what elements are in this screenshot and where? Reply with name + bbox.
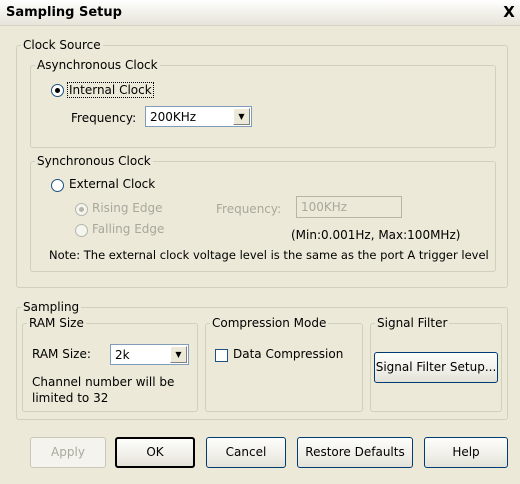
- rising-edge-radio[interactable]: [75, 203, 88, 216]
- ram-size-legend: RAM Size: [29, 316, 84, 330]
- asynchronous-clock-legend: Asynchronous Clock: [37, 58, 158, 72]
- clock-source-legend: Clock Source: [23, 38, 101, 52]
- close-icon[interactable]: X: [500, 4, 518, 22]
- ram-size-label: RAM Size:: [32, 347, 91, 361]
- sync-frequency-input[interactable]: 100KHz: [296, 196, 402, 218]
- internal-clock-radio[interactable]: [51, 84, 64, 97]
- async-frequency-value: 200KHz: [150, 110, 197, 124]
- ram-size-value: 2k: [115, 348, 130, 362]
- compression-mode-legend: Compression Mode: [212, 316, 327, 330]
- ram-size-select[interactable]: 2k ▼: [110, 344, 189, 365]
- synchronous-clock-legend: Synchronous Clock: [37, 154, 151, 168]
- frequency-range-note: (Min:0.001Hz, Max:100MHz): [291, 228, 461, 242]
- apply-button[interactable]: Apply: [30, 437, 106, 468]
- falling-edge-label: Falling Edge: [92, 222, 165, 236]
- window-title: Sampling Setup: [6, 5, 122, 20]
- restore-defaults-button[interactable]: Restore Defaults: [297, 437, 413, 468]
- compression-mode-group: Compression Mode: [205, 316, 363, 412]
- external-clock-note: Note: The external clock voltage level i…: [49, 248, 489, 262]
- sampling-setup-dialog: Sampling Setup X Clock Source Asynchrono…: [0, 0, 520, 484]
- help-button[interactable]: Help: [424, 437, 508, 468]
- signal-filter-setup-button[interactable]: Signal Filter Setup...: [374, 352, 498, 383]
- chevron-down-icon[interactable]: ▼: [233, 108, 250, 125]
- external-clock-label[interactable]: External Clock: [69, 177, 155, 191]
- falling-edge-radio[interactable]: [75, 224, 88, 237]
- signal-filter-legend: Signal Filter: [377, 316, 448, 330]
- data-compression-label[interactable]: Data Compression: [233, 347, 343, 361]
- ram-size-note-line1: Channel number will be: [32, 375, 175, 389]
- cancel-button[interactable]: Cancel: [206, 437, 286, 468]
- ram-size-note-line2: limited to 32: [32, 391, 109, 405]
- data-compression-checkbox[interactable]: [215, 349, 228, 362]
- ok-button[interactable]: OK: [115, 437, 195, 468]
- asynchronous-clock-group: Asynchronous Clock: [30, 58, 496, 148]
- sync-frequency-value: 100KHz: [301, 200, 348, 214]
- internal-clock-label[interactable]: Internal Clock: [67, 82, 154, 98]
- async-frequency-select[interactable]: 200KHz ▼: [145, 106, 252, 127]
- chevron-down-icon[interactable]: ▼: [170, 346, 187, 363]
- external-clock-radio[interactable]: [51, 179, 64, 192]
- async-frequency-label: Frequency:: [71, 111, 137, 125]
- title-bar: Sampling Setup X: [0, 0, 520, 26]
- sampling-legend: Sampling: [23, 300, 80, 314]
- rising-edge-label: Rising Edge: [92, 201, 163, 215]
- sync-frequency-label: Frequency:: [216, 202, 282, 216]
